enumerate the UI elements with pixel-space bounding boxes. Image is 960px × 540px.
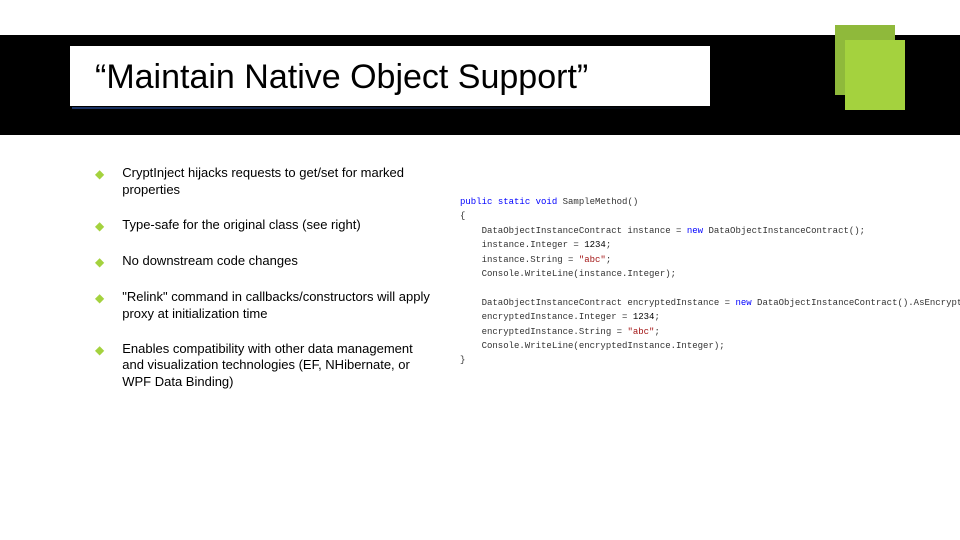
code-token: "abc" [627, 327, 654, 337]
diamond-bullet-icon: ◆ [95, 289, 104, 307]
bullet-text: Type-safe for the original class (see ri… [122, 217, 360, 234]
code-token: } [460, 355, 465, 365]
bullet-item: ◆ No downstream code changes [95, 253, 435, 271]
slide: “Maintain Native Object Support” ◆ Crypt… [0, 0, 960, 540]
code-token: new [687, 226, 703, 236]
code-token: instance.Integer = [460, 240, 584, 250]
bullet-item: ◆ "Relink" command in callbacks/construc… [95, 289, 435, 323]
code-token: Console.WriteLine(instance.Integer); [460, 269, 676, 279]
code-token: ; [606, 240, 611, 250]
code-token: static [498, 197, 530, 207]
code-token: DataObjectInstanceContract encryptedInst… [460, 298, 735, 308]
diamond-bullet-icon: ◆ [95, 341, 104, 359]
code-token: void [536, 197, 558, 207]
diamond-bullet-icon: ◆ [95, 165, 104, 183]
code-token: ; [606, 255, 611, 265]
code-token: "abc" [579, 255, 606, 265]
bullet-list: ◆ CryptInject hijacks requests to get/se… [95, 165, 450, 510]
slide-title: “Maintain Native Object Support” [95, 58, 588, 97]
code-token: ; [654, 327, 659, 337]
code-token: ; [654, 312, 659, 322]
bullet-text: CryptInject hijacks requests to get/set … [122, 165, 435, 199]
code-token: public [460, 197, 492, 207]
bullet-item: ◆ Type-safe for the original class (see … [95, 217, 435, 235]
body-area: ◆ CryptInject hijacks requests to get/se… [95, 165, 915, 510]
code-token: new [735, 298, 751, 308]
code-token: DataObjectInstanceContract(); [703, 226, 865, 236]
bullet-text: "Relink" command in callbacks/constructo… [122, 289, 435, 323]
code-token: encryptedInstance.Integer = [460, 312, 633, 322]
bullet-item: ◆ Enables compatibility with other data … [95, 341, 435, 392]
code-token: Console.WriteLine(encryptedInstance.Inte… [460, 341, 725, 351]
accent-block-front [845, 40, 905, 110]
bullet-text: No downstream code changes [122, 253, 298, 270]
code-sample: public static void SampleMethod() { Data… [450, 165, 910, 510]
bullet-item: ◆ CryptInject hijacks requests to get/se… [95, 165, 435, 199]
code-block: public static void SampleMethod() { Data… [460, 195, 910, 368]
code-token: 1234 [633, 312, 655, 322]
diamond-bullet-icon: ◆ [95, 253, 104, 271]
title-underline [72, 107, 708, 109]
code-token: 1234 [584, 240, 606, 250]
code-token: DataObjectInstanceContract instance = [460, 226, 687, 236]
diamond-bullet-icon: ◆ [95, 217, 104, 235]
bullet-text: Enables compatibility with other data ma… [122, 341, 435, 392]
code-token: instance.String = [460, 255, 579, 265]
code-token: DataObjectInstanceContract().AsEncrypted… [752, 298, 960, 308]
code-token: { [460, 211, 465, 221]
code-token: SampleMethod() [557, 197, 638, 207]
code-token: encryptedInstance.String = [460, 327, 627, 337]
